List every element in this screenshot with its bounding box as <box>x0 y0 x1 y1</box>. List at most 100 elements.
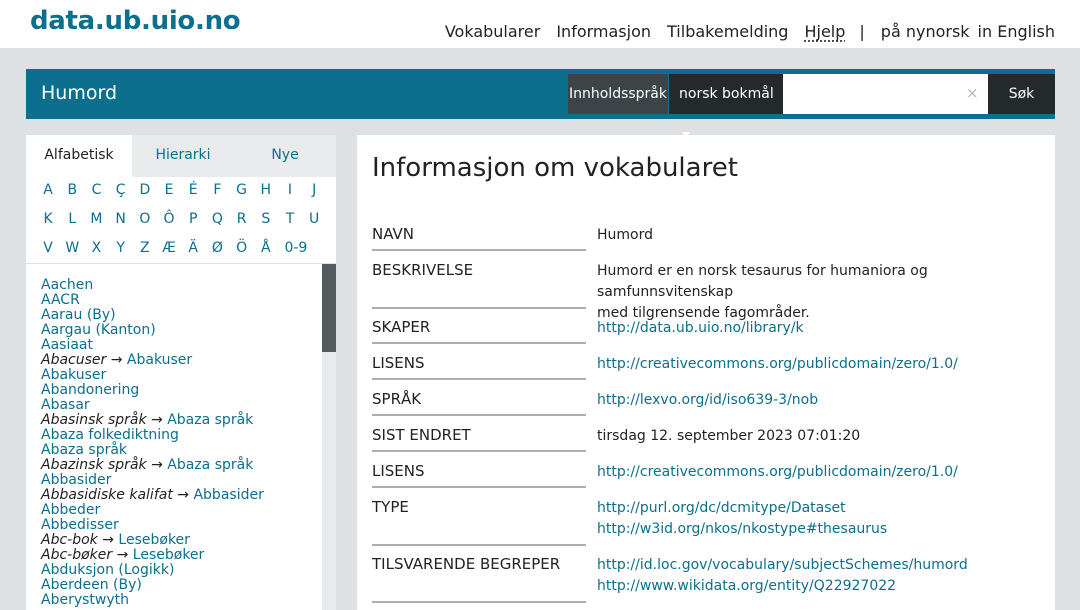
term-link[interactable]: Aberdeen (By) <box>41 577 142 593</box>
term-link[interactable]: Abandonering <box>41 382 139 398</box>
alphabet-letter[interactable]: Ô <box>157 211 181 227</box>
alphabet-letter[interactable]: A <box>36 182 60 198</box>
lang-nynorsk-link[interactable]: på nynorsk <box>881 22 970 41</box>
alphabet-letter[interactable]: W <box>60 240 84 256</box>
list-item: AACR <box>41 293 321 308</box>
term-link[interactable]: Aberystwyth <box>41 592 129 608</box>
list-item: Abbeder <box>41 503 321 518</box>
alphabet-letter[interactable]: 0-9 <box>278 240 314 256</box>
term-link[interactable]: Lesebøker <box>133 547 205 563</box>
alt-label: Abc-bok <box>41 532 98 548</box>
alphabet-letter[interactable]: J <box>302 182 326 198</box>
alphabet-letter[interactable]: B <box>60 182 84 198</box>
alphabet-letter[interactable]: Æ <box>157 240 181 256</box>
alphabet-letter[interactable]: T <box>278 211 302 227</box>
term-link[interactable]: Abakuser <box>127 352 192 368</box>
list-item: Abaza språk <box>41 443 321 458</box>
alphabet-letter[interactable]: Y <box>109 240 133 256</box>
property-link[interactable]: http://id.loc.gov/vocabulary/subjectSche… <box>597 555 1037 576</box>
alphabet-letter[interactable]: K <box>36 211 60 227</box>
tab-alfabetisk[interactable]: Alfabetisk <box>26 135 132 177</box>
vocabulary-title[interactable]: Humord <box>41 82 117 104</box>
page-title: Informasjon om vokabularet <box>372 153 738 183</box>
site-logo[interactable]: data.ub.uio.no <box>30 6 241 36</box>
nav-hjelp[interactable]: Hjelp <box>804 22 845 41</box>
property-label: TILSVARENDE BEGREPER <box>372 555 586 603</box>
alphabet-letter[interactable]: Q <box>205 211 229 227</box>
alphabet-letter[interactable]: R <box>230 211 254 227</box>
term-link[interactable]: Abbeder <box>41 502 100 518</box>
property-value: http://data.ub.uio.no/library/k <box>597 318 1037 339</box>
tab-nye[interactable]: Nye <box>234 135 336 177</box>
alphabet-letter[interactable]: É <box>181 182 205 198</box>
term-link[interactable]: Abbasider <box>193 487 263 503</box>
alphabet-row: V W X Y Z Æ Ä Ø Ö Å 0-9 <box>36 240 314 256</box>
list-item: Abbedisser <box>41 518 321 533</box>
alphabet-letter[interactable]: F <box>205 182 229 198</box>
property-label: TYPE <box>372 498 586 546</box>
term-link[interactable]: Lesebøker <box>118 532 190 548</box>
nav-separator: | <box>859 22 865 41</box>
content-language-label: Innholdsspråk <box>568 74 668 114</box>
term-link[interactable]: Abduksjon (Logikk) <box>41 562 174 578</box>
sidebar: Alfabetisk Hierarki Nye ABCÇDEÉFGHIJ KLM… <box>26 135 336 610</box>
alphabet-letter[interactable]: Ö <box>230 240 254 256</box>
content-language-dropdown[interactable]: norsk bokmål <box>669 74 783 137</box>
tab-hierarki[interactable]: Hierarki <box>132 135 234 177</box>
scrollbar-thumb[interactable] <box>322 264 336 352</box>
alphabet-letter[interactable]: G <box>230 182 254 198</box>
alphabet-letter[interactable]: Å <box>254 240 278 256</box>
alphabet-letter[interactable]: Ä <box>181 240 205 256</box>
alphabet-letter[interactable]: Z <box>133 240 157 256</box>
alphabet-letter[interactable]: L <box>60 211 84 227</box>
alphabet-letter[interactable]: Ç <box>109 182 133 198</box>
alphabet-letter[interactable]: V <box>36 240 60 256</box>
alphabet-letter[interactable]: N <box>109 211 133 227</box>
search-button[interactable]: Søk <box>988 74 1055 114</box>
property-link[interactable]: http://creativecommons.org/publicdomain/… <box>597 462 1037 483</box>
alphabet-letter[interactable]: C <box>84 182 108 198</box>
property-link[interactable]: http://www.wikidata.org/entity/Q22927022 <box>597 576 1037 597</box>
alphabet-letter[interactable]: E <box>157 182 181 198</box>
term-link[interactable]: AACR <box>41 292 80 308</box>
term-link[interactable]: Aargau (Kanton) <box>41 322 156 338</box>
alphabet-letter[interactable]: M <box>84 211 108 227</box>
term-link[interactable]: Abaza språk <box>41 442 127 458</box>
property-link[interactable]: http://purl.org/dc/dcmitype/Dataset <box>597 498 1037 519</box>
property-label: SIST ENDRET <box>372 426 586 452</box>
property-link[interactable]: http://creativecommons.org/publicdomain/… <box>597 354 1037 375</box>
alt-label: Abacuser <box>41 352 107 368</box>
nav-informasjon[interactable]: Informasjon <box>556 22 651 41</box>
property-link[interactable]: http://w3id.org/nkos/nkostype#thesaurus <box>597 519 1037 540</box>
nav-tilbakemelding[interactable]: Tilbakemelding <box>667 22 788 41</box>
alphabet-letter[interactable]: P <box>181 211 205 227</box>
alphabet-letter[interactable]: Ø <box>205 240 229 256</box>
list-item: Abaza folkediktning <box>41 428 321 443</box>
term-link[interactable]: Abakuser <box>41 367 106 383</box>
term-link[interactable]: Aarau (By) <box>41 307 116 323</box>
property-link[interactable]: http://data.ub.uio.no/library/k <box>597 318 1037 339</box>
alphabet-letter[interactable]: X <box>84 240 108 256</box>
lang-english-link[interactable]: in English <box>978 22 1055 41</box>
content-language-value: norsk bokmål <box>679 86 774 102</box>
term-link[interactable]: Aachen <box>41 277 93 293</box>
alphabet-letter[interactable]: S <box>254 211 278 227</box>
alphabet-letter[interactable]: I <box>278 182 302 198</box>
term-link[interactable]: Abaza folkediktning <box>41 427 179 443</box>
property-link[interactable]: http://lexvo.org/id/iso639-3/nob <box>597 390 1037 411</box>
term-link[interactable]: Aasiaat <box>41 337 93 353</box>
alphabet-letter[interactable]: O <box>133 211 157 227</box>
alphabet-letter[interactable]: H <box>254 182 278 198</box>
search-input[interactable] <box>783 74 988 114</box>
clear-icon[interactable]: × <box>966 84 979 102</box>
nav-vokabularer[interactable]: Vokabularer <box>445 22 540 41</box>
term-link[interactable]: Abasar <box>41 397 90 413</box>
alphabet-letter[interactable]: U <box>302 211 326 227</box>
alphabet-letter[interactable]: D <box>133 182 157 198</box>
term-link[interactable]: Abaza språk <box>167 412 253 428</box>
property-value: Humord er en norsk tesaurus for humanior… <box>597 261 1037 324</box>
term-link[interactable]: Abbasider <box>41 472 111 488</box>
term-link[interactable]: Abbedisser <box>41 517 119 533</box>
term-link[interactable]: Abaza språk <box>167 457 253 473</box>
list-item: Abakuser <box>41 368 321 383</box>
